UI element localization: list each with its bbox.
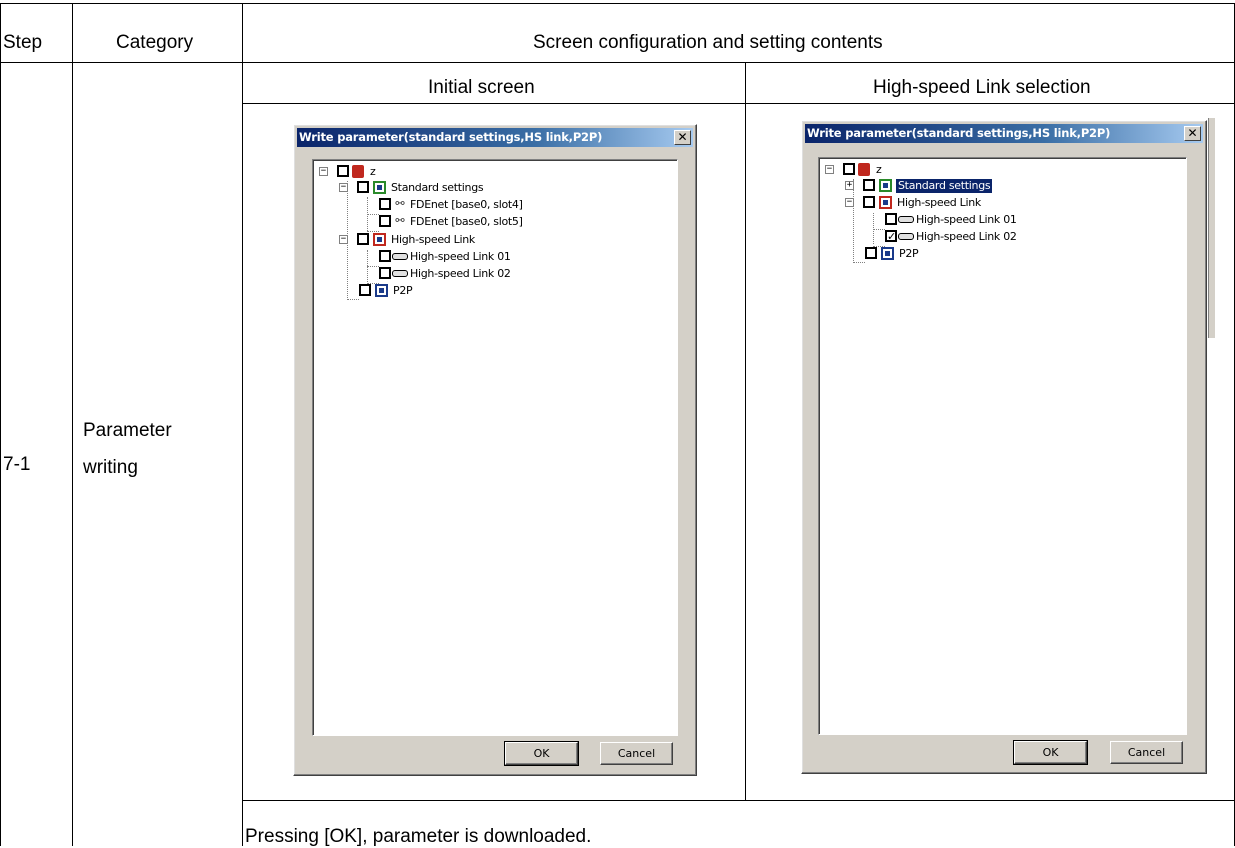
tree-node-label: FDEnet [base0, slot5] bbox=[410, 215, 523, 228]
tree-node-label: z bbox=[370, 165, 376, 178]
screens-mid-border bbox=[745, 62, 746, 800]
dialog-titlebar[interactable]: Write parameter(standard settings,HS lin… bbox=[297, 128, 693, 147]
standard-settings-checkbox[interactable] bbox=[863, 179, 875, 191]
ok-button[interactable]: OK bbox=[1013, 740, 1088, 765]
close-icon: ✕ bbox=[677, 130, 688, 144]
screen-right-title: High-speed Link selection bbox=[873, 77, 1091, 98]
tree-node-label: High-speed Link 01 bbox=[410, 250, 511, 263]
tree-connector bbox=[367, 214, 379, 215]
screen-left-title: Initial screen bbox=[428, 77, 535, 98]
tree-node-label: P2P bbox=[393, 284, 413, 297]
link-icon bbox=[392, 253, 408, 260]
collapse-toggle-icon[interactable]: − bbox=[825, 165, 834, 174]
tree-node-label: P2P bbox=[899, 247, 919, 260]
step-col-border bbox=[72, 3, 73, 846]
link-icon bbox=[392, 270, 408, 277]
tree-node-label-selected: Standard settings bbox=[896, 179, 993, 193]
subheader-bottom-border bbox=[242, 103, 1235, 104]
collapse-toggle-icon[interactable]: − bbox=[339, 235, 348, 244]
fdenet-slot4-checkbox[interactable] bbox=[379, 198, 391, 210]
expand-toggle-icon[interactable]: + bbox=[845, 181, 854, 190]
header-category: Category bbox=[116, 32, 194, 53]
hs-link-02-checkbox[interactable] bbox=[379, 267, 391, 279]
dialog-titlebar[interactable]: Write parameter(standard settings,HS lin… bbox=[805, 124, 1203, 143]
hs-link-module-icon bbox=[373, 233, 386, 246]
collapse-toggle-icon[interactable]: − bbox=[845, 198, 854, 207]
tree-node-label: FDEnet [base0, slot4] bbox=[410, 198, 523, 211]
p2p-checkbox[interactable] bbox=[865, 247, 877, 259]
parameter-tree[interactable]: − z − Standard settings ⚯ FDEnet [base0,… bbox=[312, 159, 678, 736]
network-icon: ⚯ bbox=[395, 197, 405, 210]
close-button[interactable]: ✕ bbox=[674, 130, 691, 145]
header-bottom-border bbox=[0, 62, 1235, 63]
close-button[interactable]: ✕ bbox=[1184, 126, 1201, 141]
parameter-tree[interactable]: − z + Standard settings − High-speed Lin… bbox=[818, 157, 1187, 735]
header-content: Screen configuration and setting content… bbox=[533, 32, 883, 53]
fdenet-slot5-checkbox[interactable] bbox=[379, 215, 391, 227]
dialog-title: Write parameter(standard settings,HS lin… bbox=[807, 126, 1111, 140]
hs-link-module-icon bbox=[879, 196, 892, 209]
hs-link-01-checkbox[interactable] bbox=[379, 250, 391, 262]
tree-node-label: High-speed Link 02 bbox=[410, 267, 511, 280]
root-checkbox[interactable] bbox=[337, 165, 349, 177]
collapse-toggle-icon[interactable]: − bbox=[339, 183, 348, 192]
standard-settings-checkbox[interactable] bbox=[357, 181, 369, 193]
step-value: 7-1 bbox=[3, 454, 31, 475]
hs-link-02-checkbox-checked[interactable]: ✓ bbox=[885, 230, 897, 242]
collapse-toggle-icon[interactable]: − bbox=[319, 167, 328, 176]
header-step: Step bbox=[3, 32, 43, 53]
tree-node-label: z bbox=[876, 163, 882, 176]
write-parameter-dialog-initial: Write parameter(standard settings,HS lin… bbox=[293, 124, 697, 776]
tree-connector bbox=[347, 299, 359, 300]
cancel-button[interactable]: Cancel bbox=[600, 742, 673, 765]
plc-icon bbox=[858, 163, 870, 176]
tree-node-label: Standard settings bbox=[391, 181, 484, 194]
high-speed-link-checkbox[interactable] bbox=[863, 196, 875, 208]
write-parameter-dialog-hs-selection: Write parameter(standard settings,HS lin… bbox=[801, 120, 1207, 774]
p2p-checkbox[interactable] bbox=[359, 284, 371, 296]
network-icon: ⚯ bbox=[395, 214, 405, 227]
settings-module-icon bbox=[879, 179, 892, 192]
tree-connector bbox=[853, 179, 854, 261]
tree-node-label: High-speed Link 01 bbox=[916, 213, 1017, 226]
background-window-fragment bbox=[1208, 118, 1215, 338]
link-icon bbox=[898, 216, 914, 223]
tree-node-label: High-speed Link bbox=[391, 233, 476, 246]
settings-module-icon bbox=[373, 181, 386, 194]
note-text: Pressing [OK], parameter is downloaded. bbox=[245, 826, 592, 847]
tree-connector bbox=[367, 266, 379, 267]
plc-icon bbox=[352, 165, 364, 178]
tree-connector bbox=[853, 262, 865, 263]
category-line-2: writing bbox=[83, 457, 138, 478]
cancel-button[interactable]: Cancel bbox=[1110, 741, 1183, 764]
tree-node-label: High-speed Link 02 bbox=[916, 230, 1017, 243]
close-icon: ✕ bbox=[1187, 126, 1198, 140]
p2p-module-icon bbox=[881, 247, 894, 260]
tree-node-label: High-speed Link bbox=[897, 196, 982, 209]
category-line-1: Parameter bbox=[83, 420, 172, 441]
category-col-border bbox=[242, 3, 243, 846]
tree-connector bbox=[367, 231, 379, 232]
high-speed-link-checkbox[interactable] bbox=[357, 233, 369, 245]
root-checkbox[interactable] bbox=[843, 163, 855, 175]
ok-button[interactable]: OK bbox=[504, 741, 579, 766]
link-icon bbox=[898, 233, 914, 240]
tree-connector bbox=[367, 250, 368, 284]
hs-link-01-checkbox[interactable] bbox=[885, 213, 897, 225]
dialog-title: Write parameter(standard settings,HS lin… bbox=[299, 130, 603, 144]
screens-bottom-border bbox=[242, 800, 1235, 801]
table-left-border bbox=[0, 3, 1, 846]
tree-connector bbox=[873, 229, 885, 230]
table-top-border bbox=[0, 3, 1235, 4]
p2p-module-icon bbox=[375, 284, 388, 297]
